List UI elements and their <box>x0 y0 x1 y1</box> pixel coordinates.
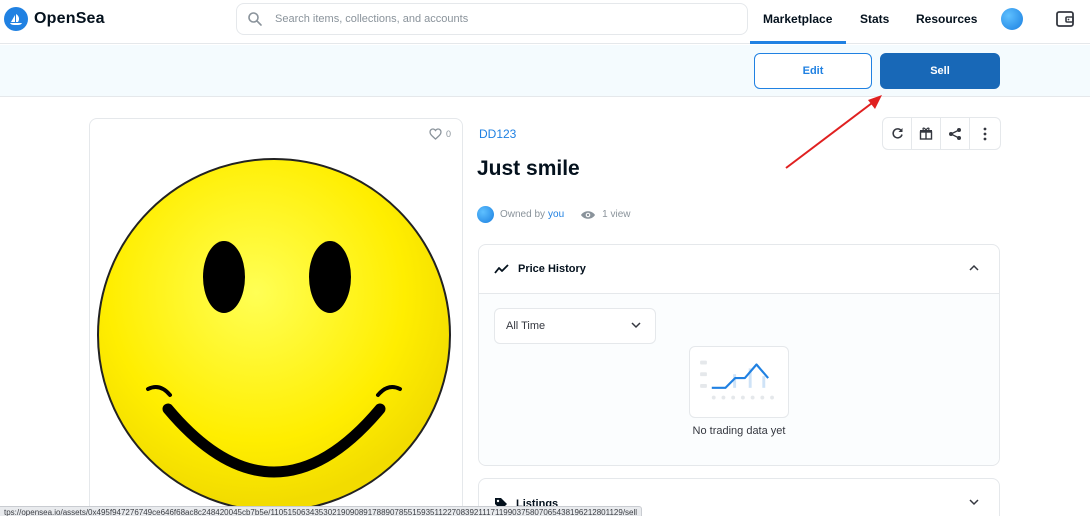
top-nav: OpenSea Marketplace Stats Resources <box>0 0 1090 44</box>
transfer-button[interactable] <box>912 118 941 149</box>
time-range-value: All Time <box>506 320 546 332</box>
owner-link[interactable]: you <box>548 209 564 220</box>
collection-link[interactable]: DD123 <box>479 127 516 141</box>
refresh-button[interactable] <box>883 118 912 149</box>
search-icon <box>248 12 262 26</box>
chevron-up-icon[interactable] <box>969 264 979 271</box>
wallet-icon[interactable] <box>1055 10 1075 28</box>
no-trading-data-text: No trading data yet <box>692 425 786 437</box>
edit-button[interactable]: Edit <box>754 53 872 89</box>
status-bar-url: tps://opensea.io/assets/0x495f947276749c… <box>0 506 643 516</box>
item-title: Just smile <box>477 157 580 180</box>
owner-action-bar: Edit Sell <box>0 45 1090 97</box>
owner-avatar[interactable] <box>477 206 494 223</box>
item-toolbar <box>882 117 1001 150</box>
brand-name: OpenSea <box>34 10 105 27</box>
owned-by-label: Owned by <box>500 209 546 220</box>
profile-avatar[interactable] <box>1001 8 1023 30</box>
chevron-down-icon <box>631 322 641 329</box>
search-input[interactable] <box>275 13 715 25</box>
chart-line-icon <box>494 264 509 274</box>
favorite-count: 0 <box>445 129 451 139</box>
opensea-logo[interactable]: OpenSea <box>4 7 105 31</box>
nav-active-underline <box>750 41 846 44</box>
favorite-button[interactable]: 0 <box>429 128 451 140</box>
price-history-title: Price History <box>518 263 586 275</box>
time-range-select[interactable]: All Time <box>494 308 656 344</box>
nav-stats[interactable]: Stats <box>860 12 889 26</box>
share-icon <box>949 127 961 140</box>
annotation-arrow <box>785 95 882 169</box>
nft-image-card: 0 <box>89 118 463 516</box>
search-bar[interactable] <box>236 3 748 35</box>
view-count-text: 1 view <box>602 209 631 220</box>
price-history-header[interactable]: Price History <box>479 245 999 294</box>
sell-button[interactable]: Sell <box>880 53 1000 89</box>
smiley-face-image[interactable] <box>96 157 458 516</box>
opensea-logo-icon <box>4 7 28 31</box>
share-button[interactable] <box>941 118 970 149</box>
refresh-icon <box>891 128 903 139</box>
nav-marketplace[interactable]: Marketplace <box>763 12 832 26</box>
gift-icon <box>919 127 933 140</box>
heart-icon <box>429 128 442 140</box>
price-history-panel: Price History All Time No trading data y… <box>478 244 1000 466</box>
price-history-body: All Time No trading data yet <box>479 294 999 465</box>
more-options-button[interactable] <box>970 118 1000 149</box>
eye-icon <box>581 210 596 219</box>
ownership-row: Owned by you 1 view <box>477 206 631 223</box>
nav-resources[interactable]: Resources <box>916 12 977 26</box>
more-icon <box>983 127 987 140</box>
view-count: 1 view <box>580 209 631 220</box>
empty-chart-illustration <box>689 346 789 418</box>
chevron-down-icon[interactable] <box>969 499 979 506</box>
